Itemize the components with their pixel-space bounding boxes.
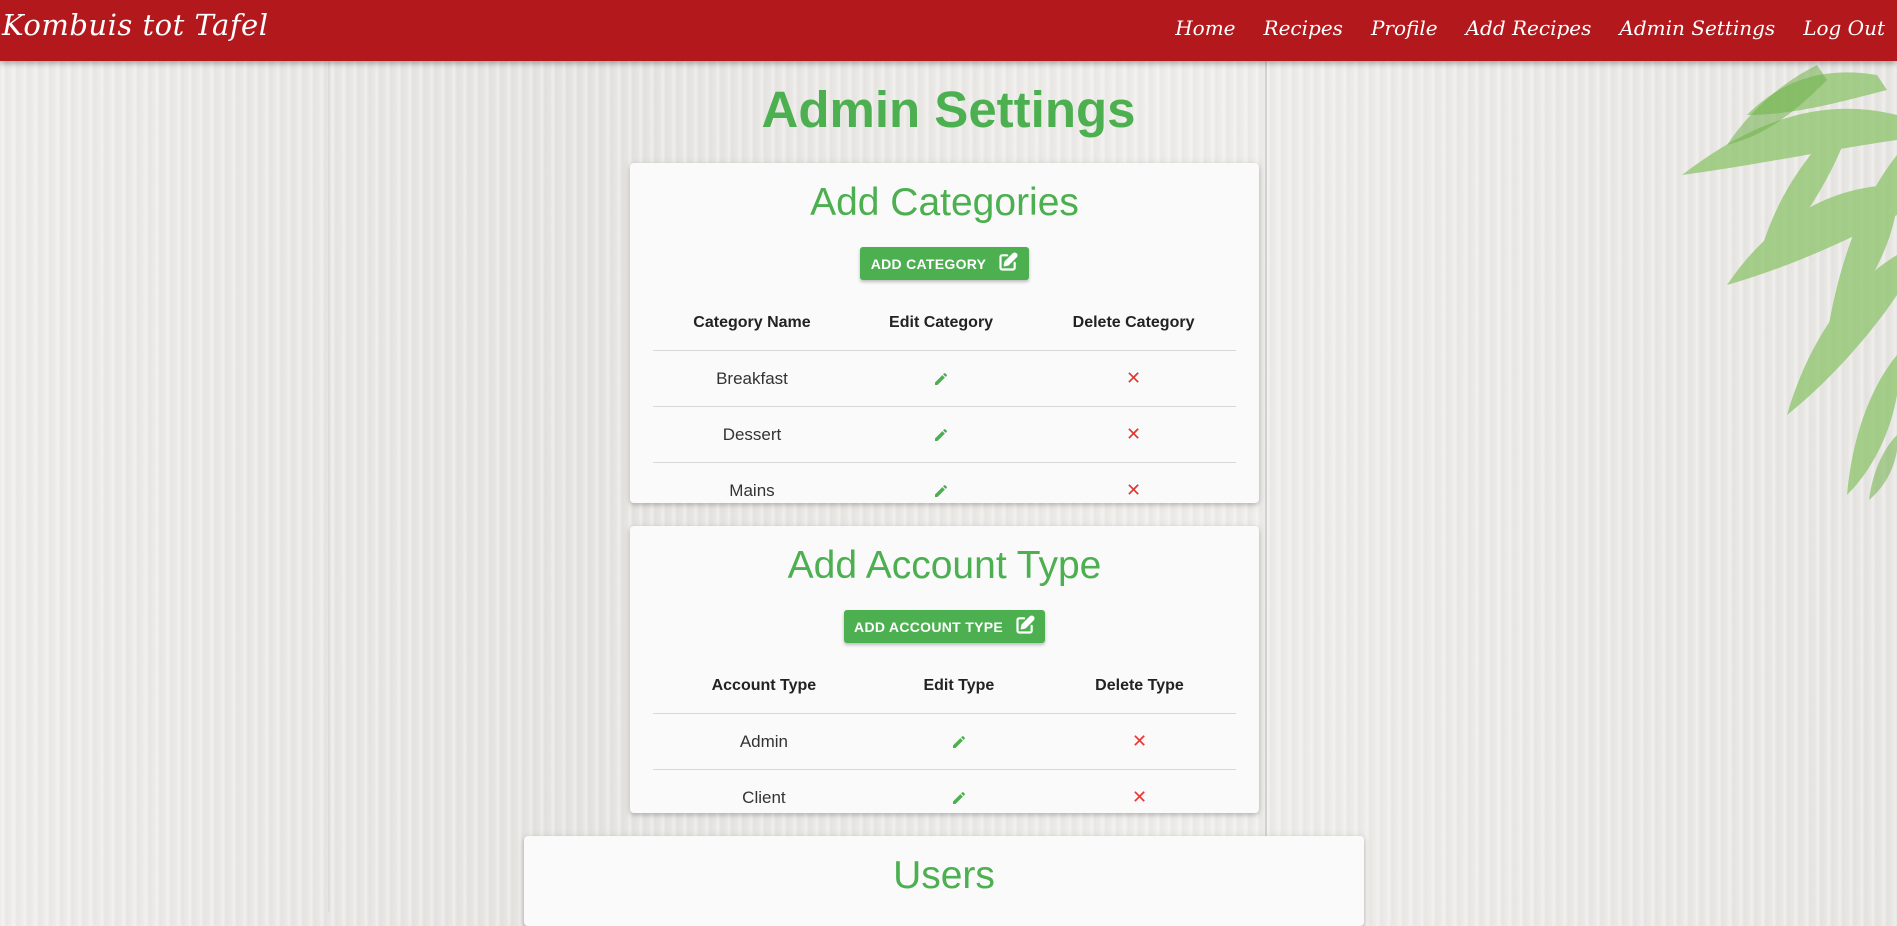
navbar: Kombuis tot Tafel Home Recipes Profile A… bbox=[0, 0, 1897, 61]
edit-cell bbox=[850, 406, 1032, 463]
header-delete-category: Delete Category bbox=[1031, 295, 1236, 351]
delete-cell: ✕ bbox=[1031, 406, 1236, 463]
delete-cell: ✕ bbox=[1043, 770, 1236, 826]
table-row: Mains ✕ bbox=[653, 463, 1236, 519]
table-row: Breakfast ✕ bbox=[653, 350, 1236, 407]
edit-square-icon bbox=[998, 252, 1018, 275]
categories-title: Add Categories bbox=[810, 181, 1079, 224]
background-seam bbox=[1265, 60, 1267, 912]
header-category-name: Category Name bbox=[653, 295, 851, 351]
nav-home[interactable]: Home bbox=[1175, 16, 1235, 40]
nav-recipes[interactable]: Recipes bbox=[1264, 16, 1343, 40]
close-icon[interactable]: ✕ bbox=[1126, 480, 1141, 501]
header-edit-type: Edit Type bbox=[874, 658, 1043, 714]
category-name: Dessert bbox=[653, 406, 851, 463]
categories-card: Add Categories ADD CATEGORY Category Nam… bbox=[630, 163, 1259, 503]
edit-cell bbox=[850, 350, 1032, 407]
nav-admin-settings[interactable]: Admin Settings bbox=[1619, 16, 1775, 40]
add-account-type-button[interactable]: ADD ACCOUNT TYPE bbox=[844, 610, 1045, 643]
close-icon[interactable]: ✕ bbox=[1126, 424, 1141, 445]
pencil-icon[interactable] bbox=[933, 425, 949, 445]
header-account-type: Account Type bbox=[653, 658, 875, 714]
table-row: Admin ✕ bbox=[653, 713, 1236, 770]
nav-profile[interactable]: Profile bbox=[1371, 16, 1438, 40]
category-name: Breakfast bbox=[653, 350, 851, 407]
nav-links: Home Recipes Profile Add Recipes Admin S… bbox=[1147, 16, 1885, 40]
table-row: Dessert ✕ bbox=[653, 406, 1236, 463]
edit-cell bbox=[875, 770, 1043, 826]
pencil-icon[interactable] bbox=[951, 732, 967, 752]
delete-cell: ✕ bbox=[1042, 713, 1236, 770]
table-header-row: Category Name Edit Category Delete Categ… bbox=[653, 295, 1236, 351]
edit-cell bbox=[851, 463, 1031, 519]
close-icon[interactable]: ✕ bbox=[1132, 731, 1147, 752]
account-types-table: Account Type Edit Type Delete Type Admin… bbox=[653, 658, 1236, 825]
account-type-name: Admin bbox=[653, 713, 875, 770]
header-edit-category: Edit Category bbox=[850, 295, 1032, 351]
edit-cell bbox=[874, 713, 1043, 770]
delete-cell: ✕ bbox=[1031, 463, 1236, 519]
users-card: Users bbox=[524, 836, 1364, 926]
edit-square-icon bbox=[1015, 615, 1035, 638]
close-icon[interactable]: ✕ bbox=[1132, 787, 1147, 808]
background-seam bbox=[328, 60, 330, 912]
close-icon[interactable]: ✕ bbox=[1126, 368, 1141, 389]
nav-log-out[interactable]: Log Out bbox=[1803, 16, 1885, 40]
categories-table: Category Name Edit Category Delete Categ… bbox=[653, 295, 1236, 518]
account-types-title: Add Account Type bbox=[787, 544, 1102, 587]
add-category-label: ADD CATEGORY bbox=[870, 255, 987, 272]
category-name: Mains bbox=[729, 480, 775, 500]
header-delete-type: Delete Type bbox=[1042, 658, 1236, 714]
table-header-row: Account Type Edit Type Delete Type bbox=[653, 658, 1236, 714]
account-type-name: Client bbox=[742, 787, 786, 807]
nav-add-recipes[interactable]: Add Recipes bbox=[1466, 16, 1592, 40]
pencil-icon[interactable] bbox=[933, 481, 949, 501]
brand-logo[interactable]: Kombuis tot Tafel bbox=[2, 8, 269, 42]
page-title: Admin Settings bbox=[761, 81, 1136, 138]
add-account-type-label: ADD ACCOUNT TYPE bbox=[854, 618, 1003, 635]
pencil-icon[interactable] bbox=[933, 369, 949, 389]
pencil-icon[interactable] bbox=[951, 788, 967, 808]
table-row: Client ✕ bbox=[653, 770, 1236, 826]
add-category-button[interactable]: ADD CATEGORY bbox=[860, 247, 1029, 280]
account-types-card: Add Account Type ADD ACCOUNT TYPE Accoun… bbox=[630, 526, 1259, 813]
users-title: Users bbox=[893, 854, 995, 897]
delete-cell: ✕ bbox=[1031, 350, 1236, 407]
